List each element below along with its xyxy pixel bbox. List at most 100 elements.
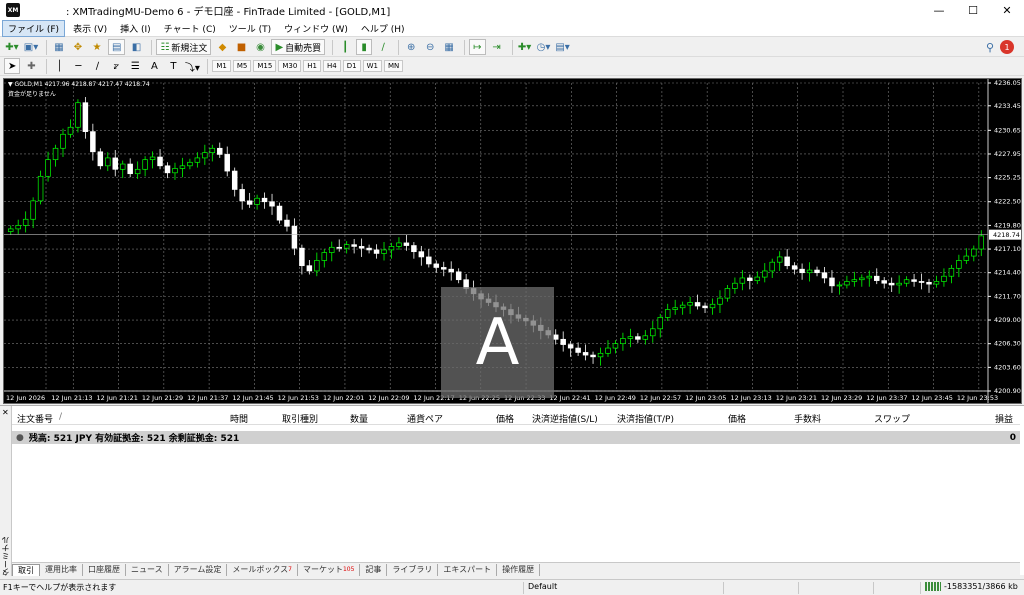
col-tp[interactable]: 決済指値(T/P) xyxy=(617,412,674,425)
profile-name[interactable]: Default xyxy=(523,582,723,594)
col-symbol[interactable]: 通貨ペア xyxy=(407,412,443,425)
menu-insert[interactable]: 挿入 (I) xyxy=(115,21,156,36)
tab-articles[interactable]: 記事 xyxy=(360,563,388,576)
timeframe-h4[interactable]: H4 xyxy=(323,60,341,72)
balance-row[interactable]: ● 残高: 521 JPY 有効証拠金: 521 余剰証拠金: 521 0 xyxy=(12,431,1020,444)
candle-body xyxy=(276,205,283,221)
auto-scroll-icon[interactable]: ⇥ xyxy=(489,39,505,55)
col-current-price[interactable]: 価格 xyxy=(728,412,746,425)
candlestick-chart-icon[interactable]: ▮ xyxy=(356,39,373,55)
candle-body xyxy=(45,159,51,177)
connection-status[interactable]: -1583351/3866 kb xyxy=(920,582,1024,594)
strategy-tester-icon[interactable]: ◧ xyxy=(128,39,144,55)
chart-shift-icon[interactable]: ↦ xyxy=(469,39,486,55)
market-icon[interactable]: ■ xyxy=(233,39,249,55)
fibonacci-icon[interactable]: ☰ xyxy=(127,58,143,74)
close-button[interactable]: ✕ xyxy=(990,0,1024,20)
tab-market[interactable]: マーケット 105 xyxy=(298,563,361,576)
menu-help[interactable]: ヘルプ (H) xyxy=(356,21,410,36)
menu-chart[interactable]: チャート (C) xyxy=(159,21,221,36)
crosshair-icon[interactable]: ✚ xyxy=(23,58,39,74)
tab-account-history[interactable]: 口座履歴 xyxy=(83,563,126,576)
timeframe-m1[interactable]: M1 xyxy=(212,60,231,72)
timeframe-mn[interactable]: MN xyxy=(383,60,404,72)
text-tool-icon[interactable]: A xyxy=(146,58,162,74)
profiles-icon[interactable]: ▣▾ xyxy=(23,39,39,55)
menu-tools[interactable]: ツール (T) xyxy=(224,21,276,36)
timeframe-m30[interactable]: M30 xyxy=(278,60,302,72)
candle-body xyxy=(7,228,14,232)
auto-trade-icon: ▶ xyxy=(275,41,284,53)
market-watch-icon[interactable]: ▦ xyxy=(51,39,67,55)
time-label: 12 Jun 22:41 xyxy=(549,394,590,402)
standard-toolbar: ✚▾ ▣▾ ▦ ✥ ★ ▤ ◧ ☷ 新規注文 ◆ ■ ◉ ▶ 自動売買 ┃ ▮ … xyxy=(0,38,1024,57)
bar-chart-icon[interactable]: ┃ xyxy=(337,39,353,55)
timeframe-w1[interactable]: W1 xyxy=(362,60,382,72)
candle-body xyxy=(336,246,342,249)
line-chart-icon[interactable]: ∕ xyxy=(375,39,391,55)
candle-body xyxy=(37,175,44,202)
new-order-label: 新規注文 xyxy=(171,43,208,54)
col-price[interactable]: 価格 xyxy=(496,412,514,425)
candle-body xyxy=(112,157,118,170)
horizontal-line-icon[interactable]: ─ xyxy=(70,58,86,74)
terminal-close-icon[interactable]: ✕ xyxy=(2,408,9,417)
tab-journal[interactable]: 操作履歴 xyxy=(497,563,541,576)
zoom-in-icon[interactable]: ⊕ xyxy=(403,39,419,55)
candle-body xyxy=(941,275,947,282)
timeframe-m15[interactable]: M15 xyxy=(253,60,277,72)
candle-body xyxy=(679,304,686,309)
data-window-icon[interactable]: ✥ xyxy=(70,39,86,55)
navigator-icon[interactable]: ★ xyxy=(89,39,105,55)
indicators-icon[interactable]: ✚▾ xyxy=(517,39,533,55)
arrows-icon[interactable]: ⤵▾ xyxy=(184,58,200,74)
candle-body xyxy=(224,154,230,172)
symbol-info: ▼ GOLD,M1 4217.96 4218.87 4217.47 4218.7… xyxy=(8,81,150,88)
notification-badge[interactable]: 1 xyxy=(1000,40,1014,54)
tab-exposure[interactable]: 運用比率 xyxy=(40,563,83,576)
menu-file[interactable]: ファイル (F) xyxy=(2,19,66,37)
candle-body xyxy=(717,297,723,305)
timeframe-d1[interactable]: D1 xyxy=(342,60,361,72)
tab-library[interactable]: ライブラリ xyxy=(387,563,439,576)
vertical-line-icon[interactable]: │ xyxy=(51,58,67,74)
time-label: 12 Jun 21:37 xyxy=(187,394,228,402)
metaeditor-icon[interactable]: ◆ xyxy=(214,39,230,55)
new-order-button[interactable]: ☷ 新規注文 xyxy=(156,39,212,55)
zoom-out-icon[interactable]: ⊖ xyxy=(422,39,438,55)
col-order[interactable]: 注文番号 xyxy=(17,412,53,425)
balance-profit: 0 xyxy=(1009,432,1016,443)
terminal-icon[interactable]: ▤ xyxy=(108,39,126,55)
search-icon[interactable]: ⚲ xyxy=(986,41,994,54)
tab-news[interactable]: ニュース xyxy=(126,563,169,576)
signals-icon[interactable]: ◉ xyxy=(252,39,268,55)
tab-trade[interactable]: 取引 xyxy=(12,563,40,576)
templates-icon[interactable]: ▤▾ xyxy=(555,39,571,55)
trendline-icon[interactable]: ∕ xyxy=(89,58,105,74)
timeframe-h1[interactable]: H1 xyxy=(303,60,322,72)
tab-mailbox[interactable]: メールボックス 7 xyxy=(227,563,298,576)
channel-icon[interactable]: ⦫ xyxy=(108,58,124,74)
periods-icon[interactable]: ◷▾ xyxy=(536,39,552,55)
text-label-icon[interactable]: T xyxy=(165,58,181,74)
tile-windows-icon[interactable]: ▦ xyxy=(441,39,457,55)
cursor-icon[interactable]: ➤ xyxy=(4,58,21,74)
col-sl[interactable]: 決済逆指値(S/L) xyxy=(532,412,598,425)
candle-body xyxy=(582,352,589,356)
timeframe-m5[interactable]: M5 xyxy=(232,60,252,72)
col-type[interactable]: 取引種別 xyxy=(282,412,318,425)
col-profit[interactable]: 損益 xyxy=(995,412,1013,425)
col-commission[interactable]: 手数料 xyxy=(794,412,821,425)
tab-alerts[interactable]: アラーム設定 xyxy=(169,563,228,576)
price-label: 4230.65 xyxy=(994,126,1021,134)
col-time[interactable]: 時間 xyxy=(230,412,248,425)
tab-experts[interactable]: エキスパート xyxy=(438,563,498,576)
auto-trade-button[interactable]: ▶ 自動売買 xyxy=(271,39,326,55)
new-chart-icon[interactable]: ✚▾ xyxy=(4,39,20,55)
maximize-button[interactable]: ☐ xyxy=(956,0,990,20)
col-swap[interactable]: スワップ xyxy=(874,412,910,425)
menu-view[interactable]: 表示 (V) xyxy=(68,21,112,36)
col-volume[interactable]: 数量 xyxy=(350,412,368,425)
minimize-button[interactable]: — xyxy=(922,0,956,20)
menu-window[interactable]: ウィンドウ (W) xyxy=(279,21,353,36)
